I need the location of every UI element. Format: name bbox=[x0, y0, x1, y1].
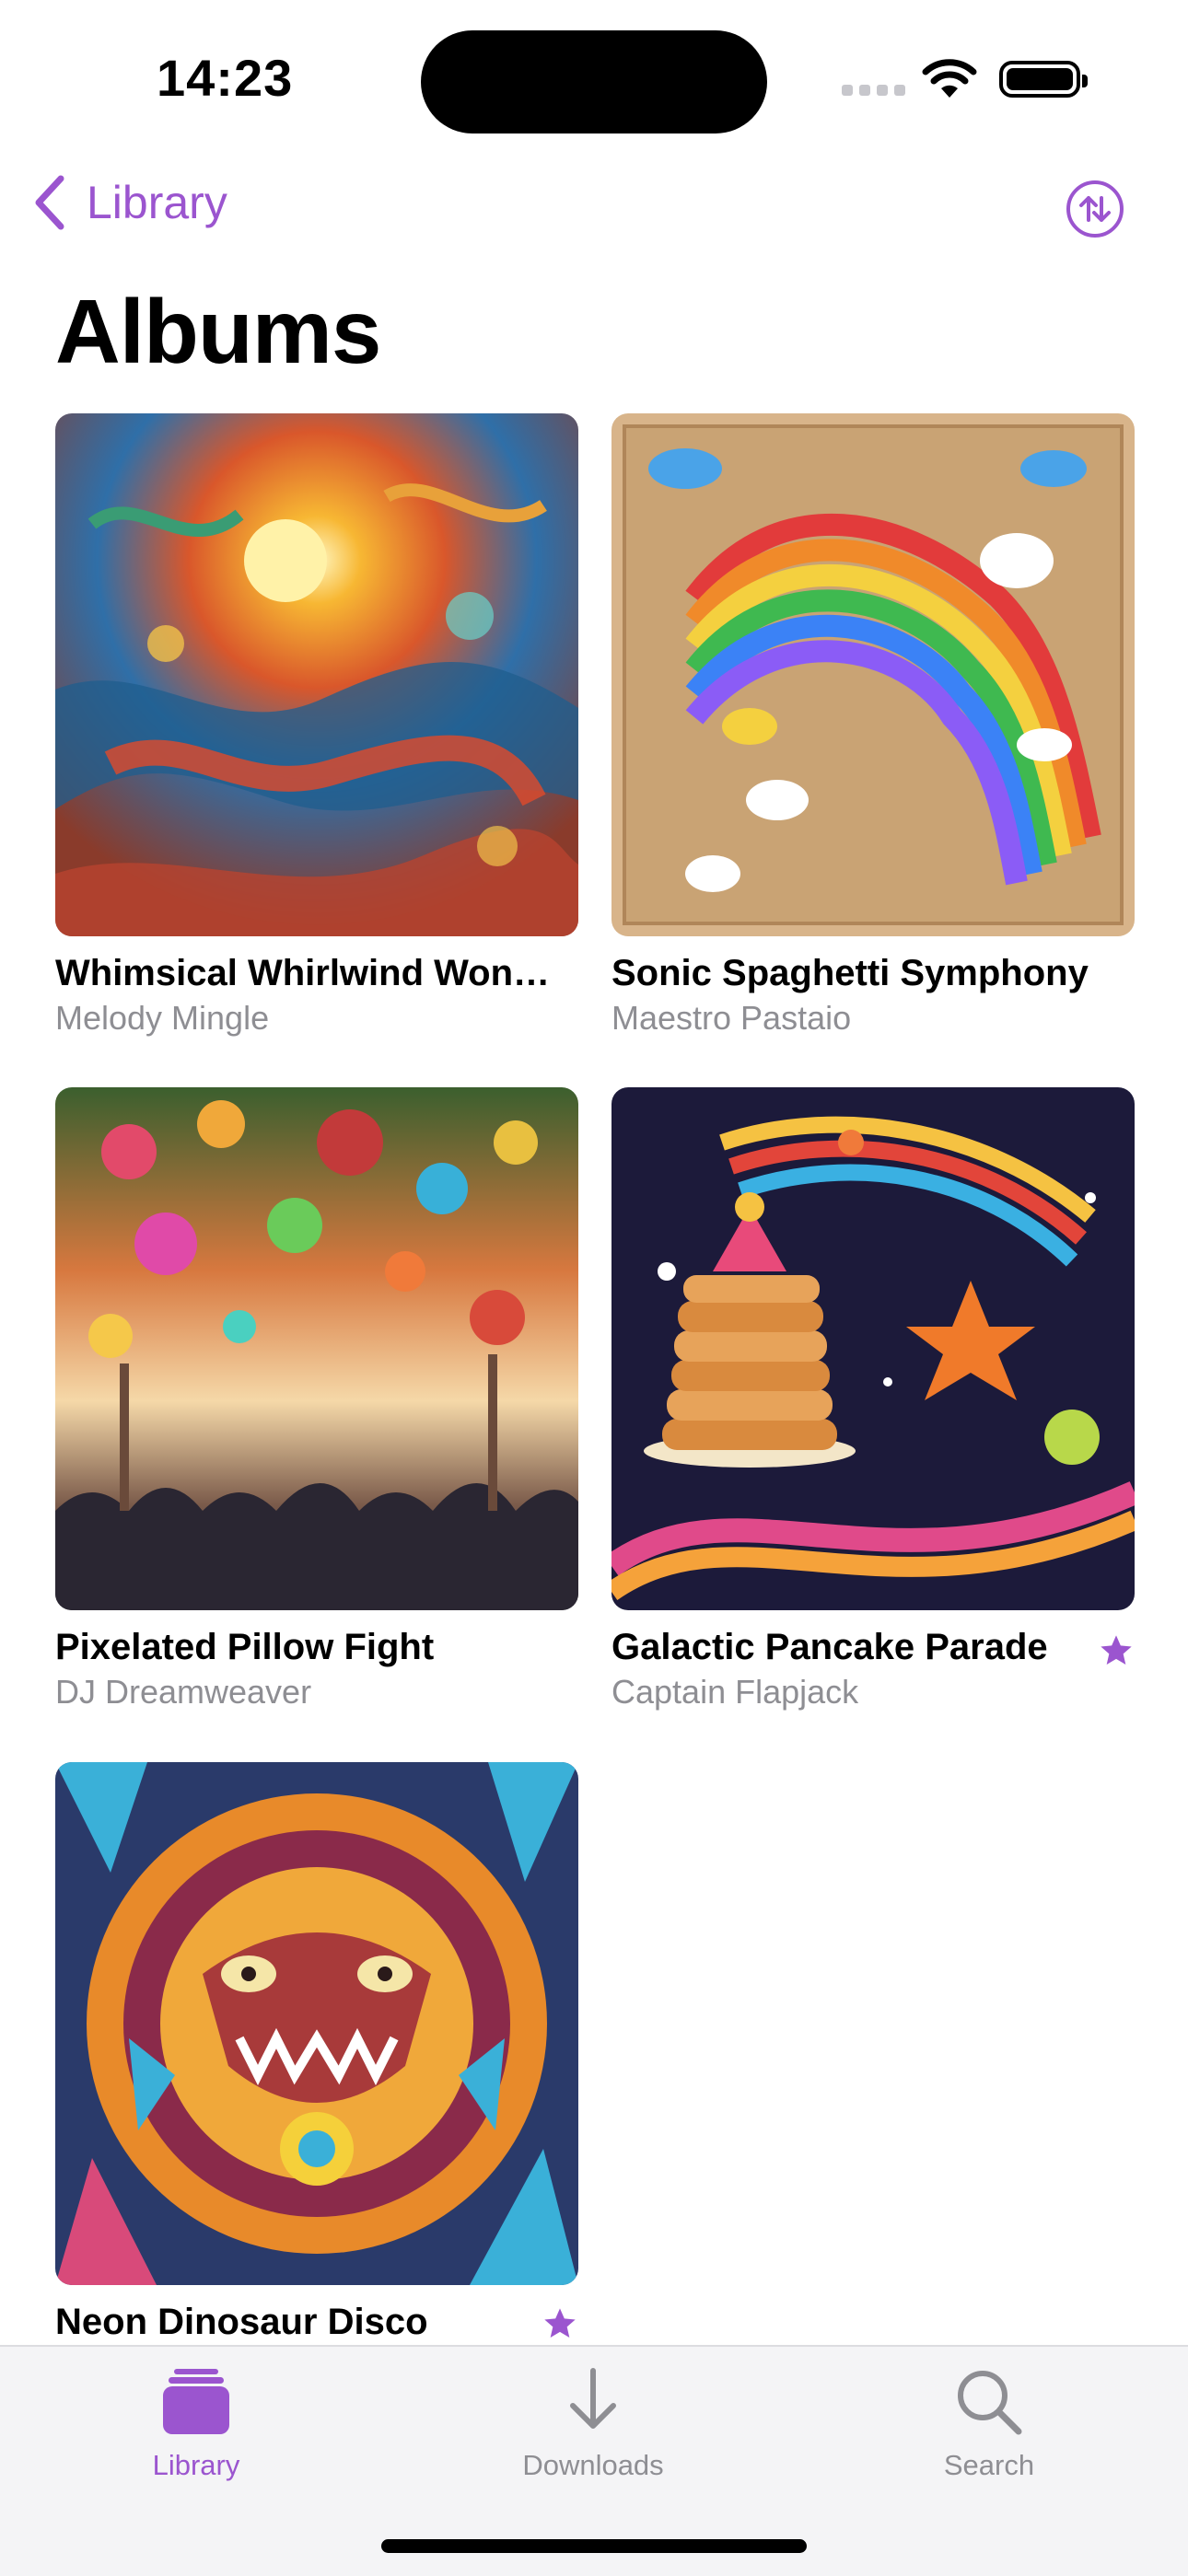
album-artist: Captain Flapjack bbox=[611, 1673, 859, 1711]
album-title: Neon Dinosaur Disco bbox=[55, 2302, 428, 2342]
album-artist: Melody Mingle bbox=[55, 999, 270, 1037]
album-item[interactable]: Pixelated Pillow Fight DJ Dreamweaver bbox=[55, 1087, 578, 1711]
wifi-icon bbox=[922, 59, 977, 98]
battery-icon bbox=[999, 61, 1088, 98]
album-item[interactable]: Neon Dinosaur Disco bbox=[55, 1762, 578, 2342]
download-arrow-icon bbox=[570, 2368, 616, 2429]
home-indicator[interactable] bbox=[381, 2539, 807, 2553]
cellular-signal-icon bbox=[842, 85, 905, 96]
album-title: Galactic Pancake Parade bbox=[611, 1627, 1048, 1667]
stack-icon bbox=[163, 2369, 229, 2434]
sort-arrows-icon bbox=[1079, 196, 1111, 222]
chevron-left-icon bbox=[35, 175, 64, 230]
back-button-label: Library bbox=[87, 177, 227, 228]
tab-library[interactable]: Library bbox=[76, 2365, 316, 2482]
favorite-star-icon bbox=[544, 2308, 576, 2338]
album-cover[interactable] bbox=[611, 413, 1135, 936]
album-title: Pixelated Pillow Fight bbox=[55, 1627, 435, 1667]
tab-search-label: Search bbox=[943, 2449, 1035, 2481]
album-artist: Maestro Pastaio bbox=[611, 999, 852, 1037]
dynamic-island bbox=[421, 30, 767, 133]
tab-downloads[interactable]: Downloads bbox=[473, 2365, 713, 2482]
tab-search[interactable]: Search bbox=[869, 2365, 1109, 2482]
album-cover[interactable] bbox=[611, 1087, 1135, 1610]
album-item[interactable]: Galactic Pancake Parade Captain Flapjack bbox=[611, 1087, 1135, 1711]
album-title: Whimsical Whirlwind Wond… bbox=[55, 953, 571, 993]
sort-button[interactable] bbox=[1066, 180, 1124, 238]
favorite-star-icon bbox=[1101, 1635, 1132, 1665]
magnifier-icon bbox=[958, 2371, 1022, 2435]
page-title: Albums bbox=[55, 281, 381, 382]
album-cover[interactable] bbox=[55, 1762, 578, 2285]
album-cover[interactable] bbox=[55, 413, 578, 936]
album-item[interactable]: Whimsical Whirlwind Wond… Melody Mingle bbox=[55, 413, 578, 1037]
album-item[interactable]: Sonic Spaghetti Symphony Maestro Pastaio bbox=[611, 413, 1135, 1037]
album-title: Sonic Spaghetti Symphony bbox=[611, 953, 1089, 993]
album-cover[interactable] bbox=[55, 1087, 578, 1610]
back-button[interactable]: Library bbox=[33, 175, 227, 230]
status-time: 14:23 bbox=[157, 49, 294, 107]
tab-downloads-label: Downloads bbox=[522, 2449, 664, 2481]
album-artist: DJ Dreamweaver bbox=[55, 1673, 312, 1711]
tab-library-label: Library bbox=[152, 2449, 240, 2481]
